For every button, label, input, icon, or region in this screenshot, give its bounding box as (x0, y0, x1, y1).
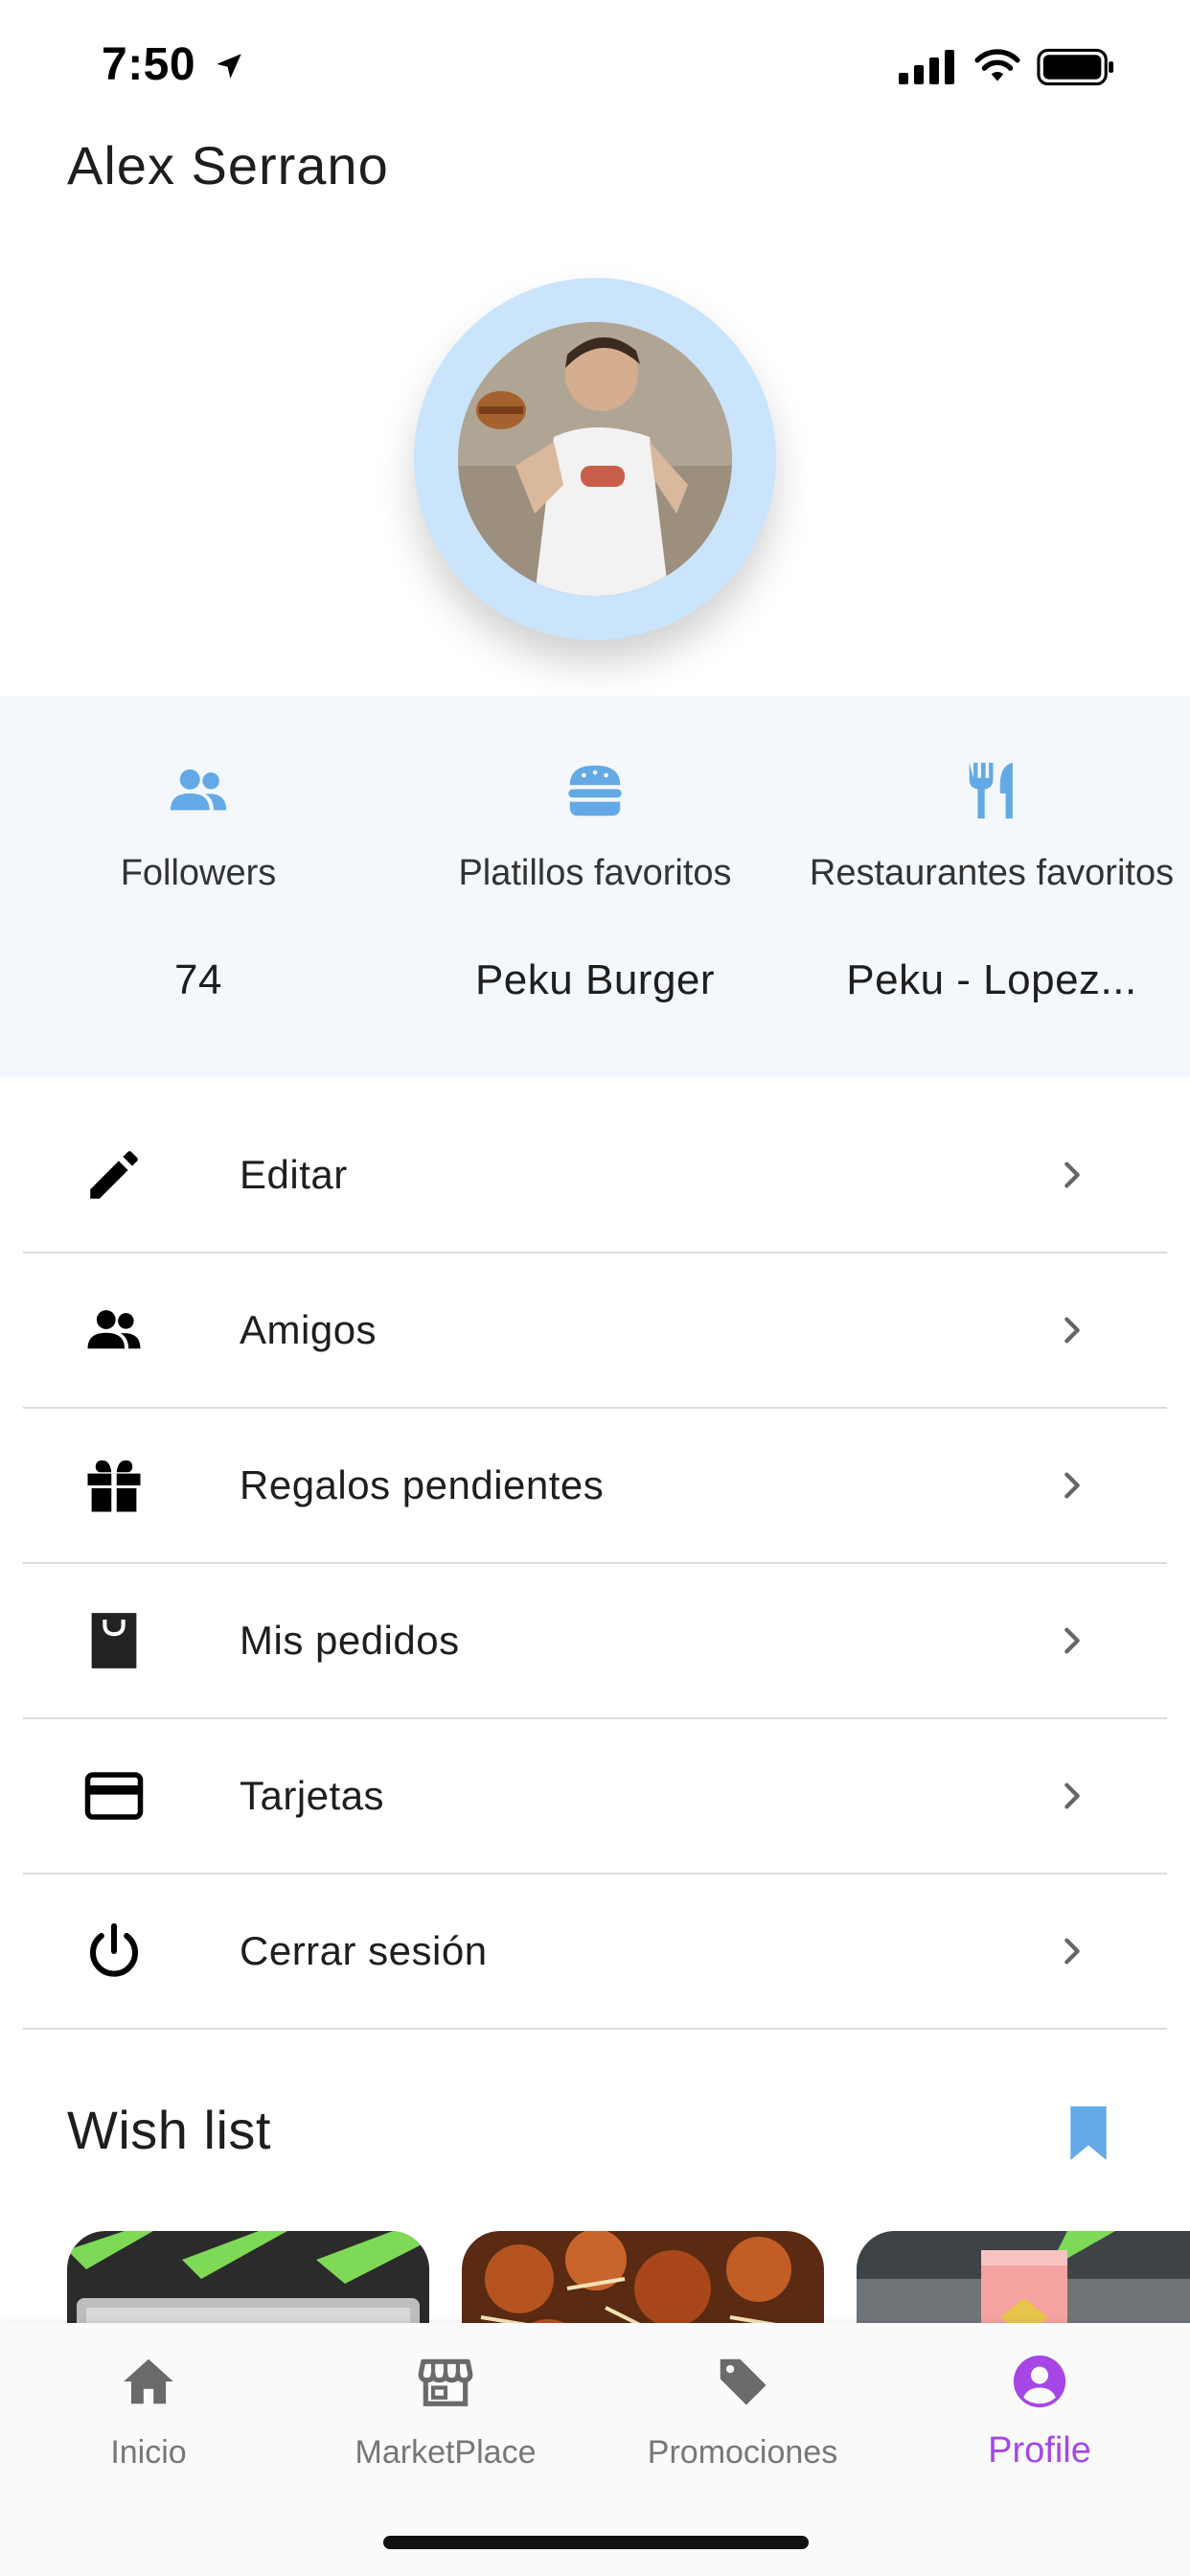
people-icon (170, 769, 227, 811)
pencil-icon (90, 1151, 138, 1199)
bookmark-icon[interactable] (1067, 2106, 1110, 2160)
menu-item-editar[interactable]: Editar (23, 1098, 1167, 1254)
stats-panel: Followers 74 Platillos favoritos Peku Bu… (0, 696, 1190, 1077)
profile-menu: Editar Amigos Regalos pendientes Mis ped… (0, 1098, 1190, 2030)
burger-icon (568, 765, 622, 816)
stat-value: Peku - Lopez... (846, 956, 1137, 1003)
power-icon (90, 1922, 138, 1977)
nav-label: MarketPlace (355, 2434, 537, 2471)
menu-label: Tarjetas (240, 1773, 385, 1818)
chevron-right-icon (1064, 1938, 1080, 1965)
wifi-icon (974, 49, 1020, 81)
location-arrow-icon (217, 54, 241, 79)
menu-label: Editar (240, 1152, 348, 1197)
nav-item-marketplace[interactable]: MarketPlace (297, 2323, 594, 2515)
chevron-right-icon (1064, 1317, 1080, 1344)
stat-label: Platillos favoritos (458, 853, 732, 893)
home-indicator (383, 2536, 809, 2549)
nav-item-promociones[interactable]: Promociones (594, 2323, 891, 2515)
avatar[interactable] (458, 322, 732, 596)
people-icon (87, 1310, 141, 1349)
stat-label: Followers (120, 853, 277, 893)
nav-item-profile[interactable]: Profile (891, 2323, 1188, 2515)
gift-icon (87, 1460, 141, 1512)
cellular-signal-icon (899, 50, 954, 84)
chevron-right-icon (1064, 1782, 1080, 1809)
menu-item-regalos[interactable]: Regalos pendientes (23, 1409, 1167, 1564)
chevron-right-icon (1064, 1627, 1080, 1654)
shopping-bag-icon (91, 1613, 137, 1668)
chevron-right-icon (1064, 1472, 1080, 1499)
status-time: 7:50 (102, 39, 196, 90)
nav-item-inicio[interactable]: Inicio (0, 2323, 297, 2515)
avatar-ring (414, 278, 776, 640)
wish-list-title: Wish list (67, 2100, 271, 2160)
menu-item-pedidos[interactable]: Mis pedidos (23, 1564, 1167, 1719)
profile-name: Alex Serrano (67, 135, 389, 196)
avatar-photo (458, 322, 732, 596)
profile-icon (1013, 2355, 1066, 2408)
fork-knife-icon (969, 762, 1013, 819)
store-icon (418, 2358, 473, 2406)
tag-icon (720, 2358, 767, 2405)
menu-item-tarjetas[interactable]: Tarjetas (23, 1719, 1167, 1874)
menu-label: Mis pedidos (240, 1618, 460, 1663)
stat-value: 74 (174, 956, 222, 1003)
nav-label: Inicio (110, 2434, 187, 2471)
menu-label: Cerrar sesión (240, 1928, 488, 1973)
nav-label: Profile (988, 2430, 1091, 2471)
menu-label: Regalos pendientes (240, 1462, 605, 1507)
chevron-right-icon (1064, 1162, 1080, 1188)
credit-card-icon (84, 1772, 144, 1820)
menu-label: Amigos (240, 1307, 378, 1352)
nav-label: Promociones (647, 2434, 838, 2471)
status-bar: 7:50 (0, 0, 1190, 134)
stat-label: Restaurantes favoritos (809, 853, 1175, 893)
menu-item-amigos[interactable]: Amigos (23, 1254, 1167, 1409)
menu-item-cerrar-sesion[interactable]: Cerrar sesión (23, 1874, 1167, 2030)
battery-icon (1037, 48, 1114, 86)
stat-value: Peku Burger (474, 956, 716, 1003)
home-icon (124, 2358, 173, 2404)
